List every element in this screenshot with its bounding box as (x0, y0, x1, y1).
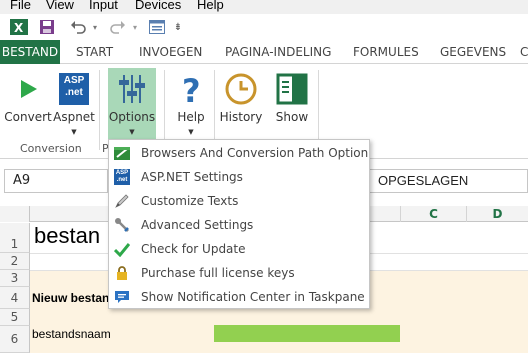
menu-item-label: ASP.NET Settings (141, 170, 243, 184)
aspnet-small-icon-text: ASP .net (115, 170, 129, 183)
tab-bestand[interactable]: BESTAND (0, 40, 60, 64)
pencil-icon (114, 193, 130, 209)
tab-start[interactable]: START (76, 40, 113, 64)
options-dropdown-menu: Browsers And Conversion Path Option ASP … (108, 139, 370, 309)
column-header-d[interactable]: D (466, 206, 528, 222)
name-box[interactable]: A9 (4, 169, 108, 193)
clock-icon (223, 72, 259, 106)
aspnet-icon: ASP .net (56, 72, 92, 106)
history-button[interactable]: History (218, 68, 264, 142)
formula-value: OPGESLAGEN (378, 173, 469, 188)
row-header-6[interactable]: 6 (0, 326, 30, 353)
undo-icon[interactable] (68, 18, 88, 36)
column-header-c[interactable]: C (400, 206, 466, 222)
row-header-1[interactable]: 1 (0, 223, 30, 253)
quick-access-toolbar: X ▾ ▾ ⇟ (0, 14, 528, 40)
menu-item-aspnet-settings[interactable]: ASP .net ASP.NET Settings (109, 165, 369, 189)
row-header-3[interactable]: 3 (0, 270, 30, 287)
redo-icon[interactable] (108, 18, 128, 36)
cell-a1[interactable]: bestan (34, 223, 100, 249)
tab-pagina-indeling[interactable]: PAGINA-INDELING (225, 40, 331, 64)
menu-item-notification-center[interactable]: Show Notification Center in Taskpane (109, 285, 369, 309)
select-all-corner[interactable] (0, 206, 30, 222)
menu-item-customize-texts[interactable]: Customize Texts (109, 189, 369, 213)
play-icon (10, 72, 46, 106)
aspnet-dropdown-icon: ▼ (71, 128, 77, 136)
cell-a4[interactable]: Nieuw bestan (32, 291, 109, 305)
options-button[interactable]: Options ▼ (108, 68, 156, 142)
ribbon-separator (318, 70, 319, 150)
svg-text:?: ? (182, 72, 201, 106)
menu-view[interactable]: View (46, 0, 74, 12)
menu-item-label: Browsers And Conversion Path Option (141, 146, 369, 160)
help-dropdown-icon: ▼ (188, 128, 194, 136)
menu-input[interactable]: Input (89, 0, 118, 12)
notification-icon (114, 289, 130, 305)
menu-item-label: Purchase full license keys (141, 266, 295, 280)
aspnet-button[interactable]: ASP .net Aspnet ▼ (52, 68, 96, 142)
green-input-cell[interactable] (214, 325, 400, 342)
menu-item-label: Show Notification Center in Taskpane (141, 290, 365, 304)
menu-devices[interactable]: Devices (135, 0, 181, 12)
group-label-conversion: Conversion (20, 142, 82, 155)
options-label: Options (108, 110, 156, 124)
checkmark-icon (113, 241, 131, 258)
menu-item-check-update[interactable]: Check for Update (109, 237, 369, 261)
menu-item-purchase-license[interactable]: Purchase full license keys (109, 261, 369, 285)
ribbon-separator (164, 70, 165, 150)
svg-text:X: X (14, 21, 24, 35)
convert-label: Convert (4, 110, 52, 124)
help-button[interactable]: ? Help ▼ (170, 68, 212, 142)
sliders-icon (114, 72, 150, 106)
help-label: Help (177, 110, 205, 124)
menu-help[interactable]: Help (197, 0, 224, 12)
row-header-4[interactable]: 4 (0, 287, 30, 309)
show-button[interactable]: Show (270, 68, 314, 142)
menu-item-label: Customize Texts (141, 194, 239, 208)
wrench-icon (114, 217, 130, 233)
menu-item-advanced-settings[interactable]: Advanced Settings (109, 213, 369, 237)
panel-icon (274, 72, 310, 106)
ribbon-separator (99, 70, 100, 150)
tab-invoegen[interactable]: INVOEGEN (139, 40, 202, 64)
customize-qat-icon[interactable]: ⇟ (172, 18, 184, 36)
options-dropdown-icon: ▼ (129, 128, 135, 136)
menu-item-browsers-path[interactable]: Browsers And Conversion Path Option (109, 141, 369, 165)
menu-item-label: Check for Update (141, 242, 246, 256)
form-icon[interactable] (148, 18, 166, 36)
tab-gegevens[interactable]: GEGEVENS (440, 40, 506, 64)
aspnet-label: Aspnet (53, 110, 95, 124)
browsers-icon (114, 145, 130, 161)
cell-a6[interactable]: bestandsnaam (32, 327, 111, 341)
menu-file[interactable]: File (10, 0, 31, 12)
question-icon: ? (173, 72, 209, 110)
menu-item-label: Advanced Settings (141, 218, 254, 232)
show-label: Show (275, 110, 309, 124)
undo-dropdown-icon[interactable]: ▾ (90, 18, 100, 36)
convert-button[interactable]: Convert (4, 68, 52, 142)
ribbon-tabs: BESTAND START INVOEGEN PAGINA-INDELING F… (0, 40, 528, 64)
excel-logo-icon: X (10, 18, 28, 36)
row-header-5[interactable]: 5 (0, 309, 30, 326)
aspnet-small-icon: ASP .net (114, 169, 130, 185)
lock-icon (114, 265, 130, 281)
aspnet-icon-text: ASP .net (63, 75, 85, 98)
row-header-2[interactable]: 2 (0, 253, 30, 270)
history-label: History (219, 110, 263, 124)
menu-bar: File View Input Devices Help (0, 0, 528, 14)
tab-c[interactable]: C (520, 40, 528, 64)
redo-dropdown-icon[interactable]: ▾ (130, 18, 140, 36)
ribbon-separator (214, 70, 215, 150)
tab-formules[interactable]: FORMULES (353, 40, 419, 64)
save-icon[interactable] (38, 18, 56, 36)
